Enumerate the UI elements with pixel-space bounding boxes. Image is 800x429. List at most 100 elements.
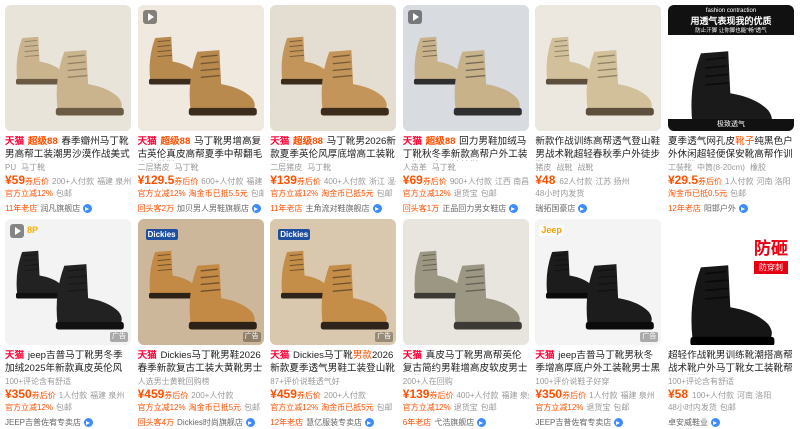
product-image[interactable] — [5, 5, 131, 131]
promo-item: 官方立减12% — [402, 403, 451, 412]
price: ¥48 — [535, 173, 556, 187]
shop-name[interactable]: Dickies时尚旗舰店 — [177, 417, 243, 428]
video-play-icon[interactable] — [407, 10, 422, 24]
shop-name[interactable]: 瑞拓国豪店 — [535, 203, 575, 214]
product-image[interactable] — [402, 5, 529, 131]
shop-name[interactable]: JEEP吉普佐宥专卖店 — [535, 417, 611, 428]
product-title[interactable]: 夏季透气网孔皮靴子纯黑色户外休闲超轻便保安靴高帮作训马丁靴 — [668, 136, 794, 161]
shop-age-badge: 回头客2万 — [137, 204, 175, 213]
shop-line[interactable]: 瑞拓国豪店 — [535, 202, 661, 215]
product-card[interactable]: 天猫 超级88 马丁靴男增高复古英伦真皮高帮夏季中帮翻毛皮大黄靴 二层猪皮马丁靴… — [137, 5, 264, 215]
product-card[interactable]: 广告 Dickies 天猫 Dickies马丁靴男款2026新款夏季透气男鞋工装登… — [270, 219, 397, 429]
price-label: 券后价 — [698, 177, 722, 186]
product-card[interactable]: 天猫 超级88 回力男鞋加绒马丁靴秋冬季新款高帮户外工装男靴男士雪地棉鞋子 人造… — [402, 5, 529, 215]
product-title[interactable]: 天猫 Dickies马丁靴男鞋2026春季新款复古工装大黄靴男士户外登 — [138, 350, 264, 375]
shop-enter-arrow-icon[interactable] — [84, 418, 94, 427]
shop-line[interactable]: 12年老店 慧亿服装专卖店 — [270, 416, 396, 429]
shop-name[interactable]: 加贝男人男鞋旗舰店 — [177, 203, 249, 214]
product-card[interactable]: 广告 Dickies 天猫 Dickies马丁靴男鞋2026春季新款复古工装大黄靴… — [137, 219, 264, 429]
shop-name[interactable]: 阳邯户外 — [704, 203, 736, 214]
price-label: 券后价 — [429, 391, 454, 400]
banner-subtitle: fashion contraction — [705, 8, 757, 14]
product-title[interactable]: 超轻作战靴男训练靴潮搭高帮战术靴户外马丁靴女工装靴帮保安靴 — [668, 350, 794, 375]
spec-item: 二层猪皮 — [270, 163, 303, 172]
shop-enter-arrow-icon[interactable] — [372, 204, 382, 213]
shop-name[interactable]: 正品回力男女鞋店 — [442, 203, 506, 214]
product-image[interactable]: 广告 Dickies — [270, 219, 397, 345]
product-card[interactable]: 天猫 超级88 春季瓣州马丁靴男高帮工装潮男沙漠作战美式伞兵透气 PU 马丁靴 ¥… — [5, 5, 131, 213]
product-card[interactable]: 极致透气 fashion contraction 用透气表现我的优质 防止汗脚 让… — [667, 5, 794, 215]
shop-enter-arrow-icon[interactable] — [509, 204, 519, 213]
product-title-text[interactable]: 新款作战训练高帮透气登山鞋男战术靴超轻春秋季户外徒步鞋马丁靴 — [535, 136, 660, 161]
shop-enter-arrow-icon[interactable] — [245, 418, 255, 427]
shop-name[interactable]: 卓安威鞋业 — [668, 417, 708, 428]
shop-enter-arrow-icon[interactable] — [710, 418, 720, 427]
product-image[interactable] — [137, 5, 264, 131]
spec-item: 人选男士黄靴回购榜 — [137, 377, 210, 386]
promo-item: 淘金币已抵5元 — [321, 189, 374, 198]
product-title[interactable]: 天猫 超级88 马丁靴男2026新款夏季英伦风厚底增高工装靴百搭男 — [270, 136, 396, 161]
shop-enter-arrow-icon[interactable] — [477, 418, 487, 427]
shop-line[interactable]: 6年老店 弋浩旗舰店 — [403, 416, 529, 429]
shop-line[interactable]: 卓安威鞋业 — [668, 416, 794, 429]
product-card[interactable]: 天猫 真皮马丁靴男高帮英伦复古简约男鞋增高皮软皮男士工装靴子 200+人在回购 … — [402, 219, 529, 429]
video-play-icon[interactable] — [10, 224, 24, 238]
sales-count: 100+人付款 — [692, 391, 735, 400]
shop-enter-arrow-icon[interactable] — [614, 418, 624, 427]
tmall-tag: 天猫 — [137, 136, 160, 147]
shop-line[interactable]: JEEP吉普佐宥专卖店 — [535, 416, 661, 429]
ship-location: 浙江 温州 — [368, 177, 396, 186]
shop-line[interactable]: 12年老店 阳邯户外 — [668, 202, 794, 215]
product-image[interactable] — [535, 5, 662, 131]
promo-line: 48小时内发货 包邮 — [668, 402, 794, 413]
shop-name[interactable]: JEEP吉普佐宥专卖店 — [5, 417, 81, 428]
ad-label: 广告 — [640, 332, 659, 342]
product-title[interactable]: 天猫 超级88 回力男鞋加绒马丁靴秋冬季新款高帮户外工装男靴男士雪地棉鞋子 — [403, 136, 529, 161]
product-title[interactable]: 新款作战训练高帮透气登山鞋男战术靴超轻春秋季户外徒步鞋马丁靴 — [535, 136, 661, 161]
shop-enter-arrow-icon[interactable] — [578, 204, 588, 213]
sales-count: 1人付款 — [725, 177, 754, 186]
shop-name[interactable]: 弋浩旗舰店 — [434, 417, 474, 428]
product-image[interactable]: 广告 Dickies — [137, 219, 264, 345]
shop-line[interactable]: JEEP吉普佐宥专卖店 — [5, 416, 131, 429]
product-specs: 二层猪皮 马丁靴 — [270, 162, 396, 173]
product-card[interactable]: 新款作战训练高帮透气登山鞋男战术靴超轻春秋季户外徒步鞋马丁靴 猪皮战靴战靴 ¥4… — [535, 5, 662, 215]
tmall-tag: 天猫 — [270, 350, 293, 361]
product-title[interactable]: 天猫 jeep吉普马丁靴男冬季加绒2025年新款真皮英伦风切尔... — [5, 350, 131, 375]
product-title[interactable]: 天猫 超级88 春季瓣州马丁靴男高帮工装潮男沙漠作战美式伞兵透气 — [5, 136, 131, 161]
product-image[interactable] — [402, 219, 529, 345]
product-title[interactable]: 天猫 真皮马丁靴男高帮英伦复古简约男鞋增高皮软皮男士工装靴子 — [403, 350, 529, 375]
product-image[interactable]: 广告 Jeep — [535, 219, 662, 345]
shop-enter-arrow-icon[interactable] — [252, 204, 262, 213]
shop-name[interactable]: 主角流对鞋旗舰店 — [306, 203, 370, 214]
price-label: 券后价 — [422, 177, 447, 186]
product-image[interactable] — [270, 5, 397, 131]
shop-name[interactable]: 润凡旗舰店 — [40, 203, 80, 214]
shop-enter-arrow-icon[interactable] — [738, 204, 748, 213]
shop-enter-arrow-icon[interactable] — [83, 204, 93, 213]
shop-line[interactable]: 回头客2万 加贝男人男鞋旗舰店 — [138, 202, 264, 215]
promo-item: 官方立减12% — [402, 189, 451, 198]
shop-line[interactable]: 11年老店 润凡旗舰店 — [5, 202, 131, 215]
promo-line: 官方立减12% 淘金币已抵5.5元 包邮 — [138, 188, 264, 199]
video-play-icon[interactable] — [142, 10, 157, 24]
shop-line[interactable]: 回头客4万 Dickies时尚旗舰店 — [138, 416, 264, 429]
product-card[interactable]: 广告 Jeep 天猫 jeep吉普马丁靴男秋冬季增高厚底户外工装靴男士黑色高帮 1… — [535, 219, 662, 429]
product-title[interactable]: 天猫 jeep吉普马丁靴男秋冬季增高厚底户外工装靴男士黑色高帮 — [535, 350, 661, 375]
product-title-text[interactable]: 超轻作战靴男训练靴潮搭高帮战术靴户外马丁靴女工装靴帮保安靴 — [668, 350, 793, 375]
shop-enter-arrow-icon[interactable] — [365, 418, 375, 427]
product-card[interactable]: 广告8P 天猫 jeep吉普马丁靴男冬季加绒2025年新款真皮英伦风切尔... … — [5, 219, 131, 427]
product-title-text[interactable]: 夏季透气网孔皮靴子纯黑色户外休闲超轻便保安靴高帮作训马丁靴 — [668, 136, 793, 161]
product-title[interactable]: 天猫 超级88 马丁靴男增高复古英伦真皮高帮夏季中帮翻毛皮大黄靴 — [138, 136, 264, 161]
product-card[interactable]: 防砸 防穿刺 超轻作战靴男训练靴潮搭高帮战术靴户外马丁靴女工装靴帮保安靴 100… — [667, 219, 794, 429]
shop-name[interactable]: 慧亿服装专卖店 — [306, 417, 362, 428]
shop-line[interactable]: 回头客1万 正品回力男女鞋店 — [403, 202, 529, 215]
spec-item: 二层猪皮 — [137, 163, 170, 172]
product-image[interactable]: 广告 8P — [5, 219, 131, 345]
product-image[interactable]: 极致透气 fashion contraction 用透气表现我的优质 防止汗脚 让… — [667, 5, 794, 131]
product-card[interactable]: 天猫 超级88 马丁靴男2026新款夏季英伦风厚底增高工装靴百搭男 二层猪皮马丁… — [270, 5, 397, 215]
product-image[interactable]: 防砸 防穿刺 — [667, 219, 794, 345]
shop-line[interactable]: 11年老店 主角流对鞋旗舰店 — [270, 202, 396, 215]
promo-item: 淘金币已抵5元 — [188, 403, 242, 412]
product-title[interactable]: 天猫 Dickies马丁靴男款2026新款夏季透气男鞋工装登山靴子男 — [270, 350, 396, 375]
